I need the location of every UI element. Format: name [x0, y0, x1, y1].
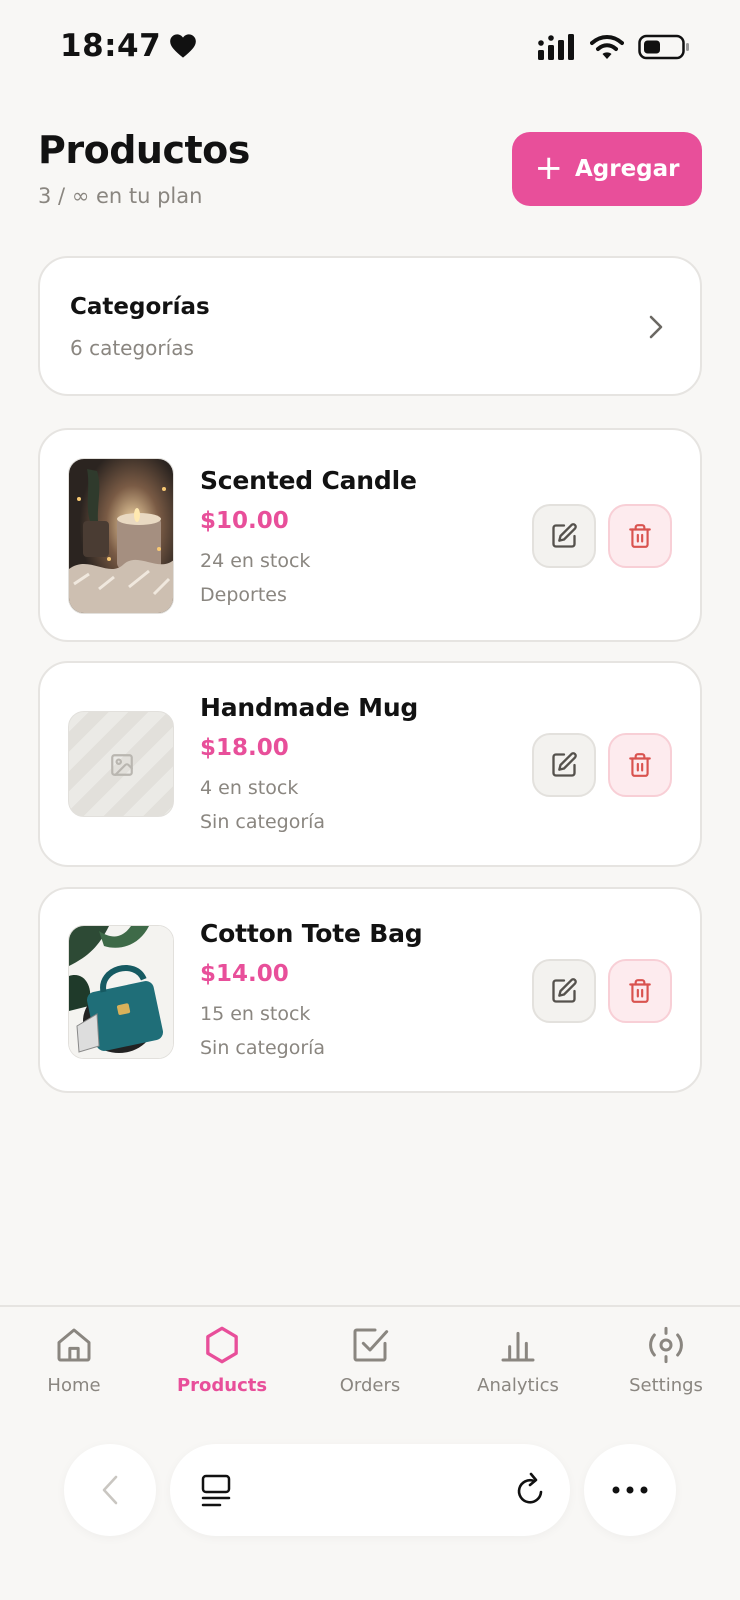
product-category: Sin categoría [200, 811, 326, 833]
page-header: Productos 3 / ∞ en tu plan + Agregar [38, 120, 702, 220]
product-price: $18.00 [200, 735, 289, 761]
product-category: Sin categoría [200, 1037, 326, 1059]
browser-toolbar [0, 1440, 740, 1540]
home-icon [57, 1328, 91, 1362]
tab-products[interactable]: Products [162, 1325, 282, 1396]
wifi-icon [590, 35, 624, 59]
tab-analytics[interactable]: Analytics [458, 1325, 578, 1396]
battery-icon [638, 34, 689, 60]
tab-home[interactable]: Home [14, 1325, 134, 1396]
edit-icon [552, 523, 577, 548]
back-button[interactable] [64, 1444, 156, 1536]
placeholder-image-icon [111, 754, 133, 776]
tab-label: Home [47, 1375, 101, 1396]
tabs-overview-icon [201, 1474, 231, 1507]
trash-icon [629, 979, 651, 1003]
cellular-signal-icon [538, 34, 574, 60]
settings-icon [649, 1326, 683, 1364]
product-name: Handmade Mug [200, 693, 419, 722]
bar-chart-icon [501, 1331, 535, 1362]
edit-icon [552, 752, 577, 777]
reload-icon[interactable] [514, 1470, 548, 1510]
categories-card[interactable]: Categorías 6 categorías [38, 256, 702, 396]
product-image-placeholder [68, 711, 174, 817]
tab-label: Analytics [477, 1375, 559, 1396]
delete-button[interactable] [608, 504, 672, 568]
trash-icon [629, 524, 651, 548]
more-options-button[interactable] [584, 1444, 676, 1536]
address-bar[interactable] [170, 1444, 570, 1536]
plus-icon: + [534, 147, 563, 188]
edit-button[interactable] [532, 504, 596, 568]
tab-label: Products [176, 1375, 268, 1396]
trash-icon [629, 753, 651, 777]
edit-button[interactable] [532, 733, 596, 797]
product-stock: 15 en stock [200, 1003, 311, 1025]
add-product-button[interactable]: + Agregar [512, 132, 702, 206]
status-icons [538, 34, 690, 60]
hexagon-icon [206, 1326, 238, 1364]
tab-label: Orders [339, 1375, 401, 1396]
product-stock: 4 en stock [200, 777, 299, 799]
categories-count: 6 categorías [70, 336, 194, 360]
product-card[interactable]: Handmade Mug $18.00 4 en stock Sin categ… [38, 661, 702, 867]
chevron-left-icon [102, 1475, 118, 1505]
product-card[interactable]: Scented Candle $10.00 24 en stock Deport… [38, 428, 702, 642]
checkbox-icon [353, 1328, 389, 1362]
add-button-label: Agregar [574, 156, 680, 182]
product-stock: 24 en stock [200, 550, 311, 572]
delete-button[interactable] [608, 959, 672, 1023]
bottom-tab-bar: Home Products Orders Analytics Settings [0, 1305, 740, 1410]
tab-orders[interactable]: Orders [310, 1325, 430, 1396]
product-image-candle [68, 458, 174, 614]
product-image-bag [68, 925, 174, 1059]
status-time-text: 18:47 [60, 28, 162, 64]
more-icon [612, 1486, 648, 1494]
product-name: Cotton Tote Bag [200, 919, 423, 948]
product-name: Scented Candle [200, 466, 417, 495]
chevron-right-icon [649, 315, 663, 339]
heart-icon [170, 34, 197, 58]
delete-button[interactable] [608, 733, 672, 797]
categories-title: Categorías [70, 294, 210, 320]
status-bar: 18:47 [0, 0, 740, 96]
edit-button[interactable] [532, 959, 596, 1023]
product-price: $14.00 [200, 961, 289, 987]
tab-label: Settings [629, 1375, 703, 1396]
product-category: Deportes [200, 584, 287, 606]
tab-settings[interactable]: Settings [606, 1325, 726, 1396]
edit-icon [552, 978, 577, 1003]
product-price: $10.00 [200, 508, 289, 534]
status-time: 18:47 [60, 28, 197, 64]
product-card[interactable]: Cotton Tote Bag $14.00 15 en stock Sin c… [38, 887, 702, 1093]
